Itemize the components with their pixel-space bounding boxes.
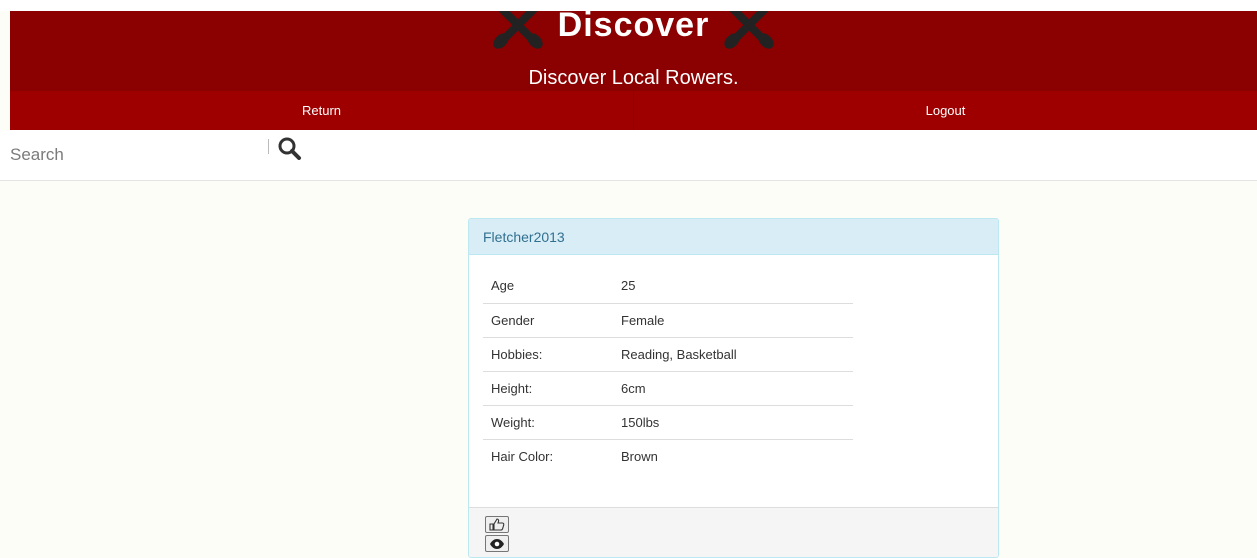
field-label: Height:: [483, 370, 613, 405]
search-icon: [278, 137, 301, 160]
search-bar: [0, 130, 1257, 181]
field-label: Age: [491, 278, 515, 294]
field-value: Brown: [613, 438, 853, 473]
profile-card-footer: [469, 507, 998, 557]
return-link[interactable]: Return: [10, 91, 633, 130]
crossed-oars-icon: [493, 11, 543, 49]
page-subtitle: Discover Local Rowers.: [528, 67, 739, 89]
page-title: Discover: [557, 11, 710, 44]
table-row: Weight: 150lbs: [483, 404, 853, 439]
thumbs-up-icon: [489, 518, 505, 531]
table-row: Hobbies: Reading, Basketball: [483, 336, 853, 371]
field-label: Hobbies:: [483, 336, 613, 371]
site-header: Discover Discover Local Rowers.: [10, 11, 1257, 91]
table-row: Height: 6cm: [483, 370, 853, 405]
field-label: Weight:: [483, 404, 613, 439]
crossed-oars-icon: [724, 11, 774, 49]
field-value: Female: [613, 302, 853, 337]
search-button[interactable]: [277, 136, 303, 160]
logout-link[interactable]: Logout: [633, 91, 1257, 130]
field-label: Gender: [483, 302, 613, 337]
profile-username: Fletcher2013: [469, 219, 998, 255]
top-strip: [0, 0, 1257, 11]
like-button[interactable]: [485, 516, 509, 533]
rower-profile-card: Fletcher2013 Age 25 Gender Female Hobbie…: [468, 218, 999, 558]
search-input[interactable]: [10, 142, 268, 168]
table-row: Gender Female: [483, 302, 853, 337]
profile-details-table: Age 25 Gender Female Hobbies: Reading, B…: [483, 269, 853, 473]
table-row: Age 25: [483, 269, 853, 303]
table-row: Hair Color: Brown: [483, 438, 853, 473]
search-divider: [268, 139, 269, 154]
field-value: 6cm: [613, 370, 853, 405]
top-nav: Return Logout: [10, 91, 1257, 130]
field-value: Reading, Basketball: [613, 336, 853, 371]
header-title-row: Discover: [10, 11, 1257, 51]
field-value: 25: [621, 278, 636, 294]
view-button[interactable]: [485, 535, 509, 552]
field-value: 150lbs: [613, 404, 853, 439]
field-label: Hair Color:: [483, 438, 613, 473]
